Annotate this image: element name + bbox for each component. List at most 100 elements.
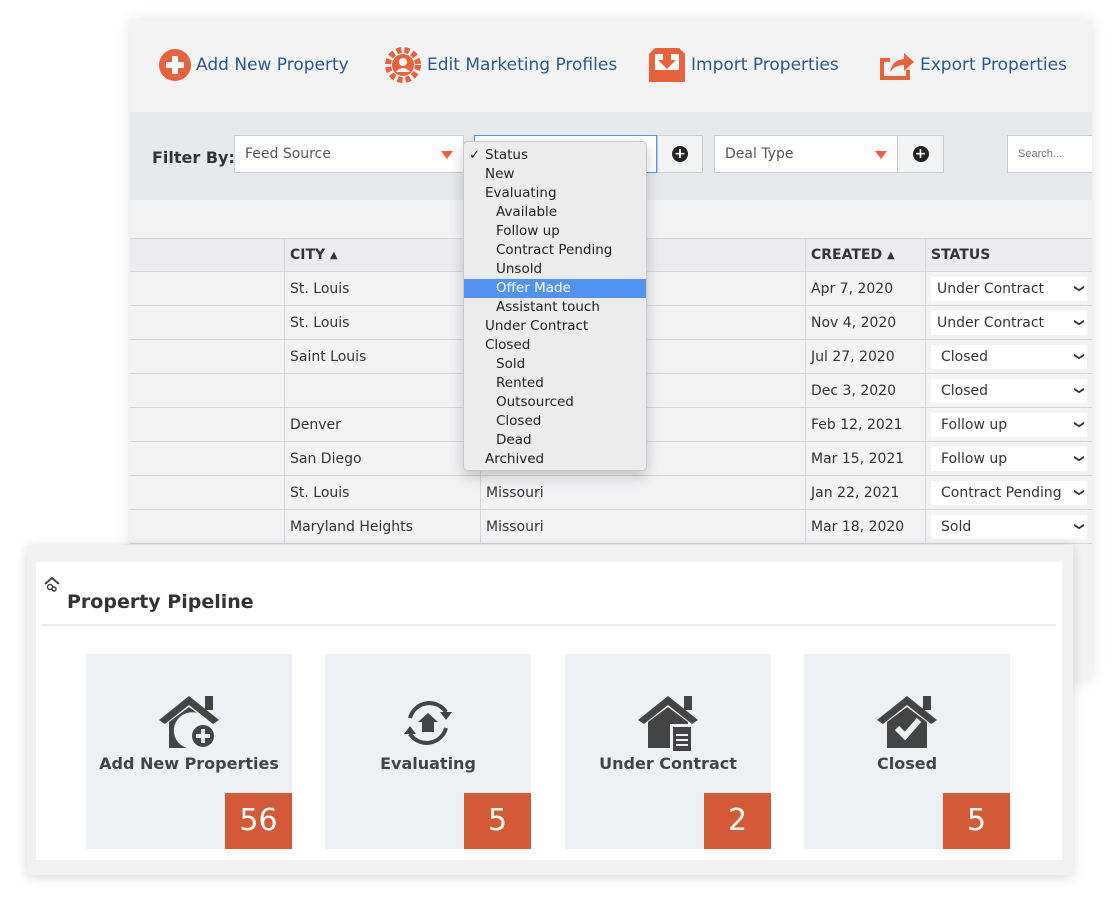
pipeline-tile[interactable]: Closed 5 [804, 654, 1010, 849]
created-cell: Mar 15, 2021 [806, 442, 926, 475]
row-cell [130, 272, 285, 305]
row-cell [130, 340, 285, 373]
city-cell [285, 374, 481, 407]
plus-circle-icon [159, 49, 191, 81]
dropdown-option[interactable]: Dead [464, 431, 646, 450]
state-cell: Missouri [481, 510, 806, 543]
dropdown-option[interactable]: Contract Pending [464, 241, 646, 260]
table-row[interactable]: St. Louis Missouri Jan 22, 2021 Contract… [130, 476, 1092, 510]
chevron-down-icon: ❯ [1073, 522, 1085, 531]
created-column-header[interactable]: CREATED ▲︎ [806, 239, 926, 271]
row-cell [130, 442, 285, 475]
dropdown-option[interactable]: Evaluating [464, 184, 646, 203]
created-cell: Feb 12, 2021 [806, 408, 926, 441]
row-status-select[interactable]: Sold ❯ [931, 514, 1087, 539]
house-check-icon [877, 696, 937, 748]
row-status-select[interactable]: Follow up ❯ [931, 412, 1087, 437]
import-properties-button[interactable]: Import Properties [647, 46, 839, 84]
pipeline-tile[interactable]: Under Contract 2 [565, 654, 771, 849]
dropdown-option[interactable]: Offer Made [464, 279, 646, 298]
city-cell: St. Louis [285, 272, 481, 305]
chevron-down-icon: ❯ [1073, 488, 1085, 497]
pipeline-tile[interactable]: Evaluating 5 [325, 654, 531, 849]
property-pipeline-panel: Property Pipeline Add New Properties 56 … [27, 545, 1073, 875]
status-cell: Closed ❯ [926, 374, 1092, 407]
checkmark-icon: ✓ [469, 147, 481, 163]
tile-label: Closed [876, 754, 938, 773]
table-row[interactable]: Maryland Heights Missouri Mar 18, 2020 S… [130, 510, 1092, 544]
city-column-header[interactable]: CITY ▲︎ [285, 239, 481, 271]
row-cell [130, 374, 285, 407]
dropdown-arrow-icon [441, 151, 453, 159]
house-cycle-icon [404, 701, 452, 745]
plus-icon: + [672, 146, 688, 162]
row-cell [130, 476, 285, 509]
row-status-select[interactable]: Closed ❯ [931, 344, 1087, 369]
row-status-select[interactable]: Contract Pending ❯ [931, 480, 1087, 505]
dropdown-option[interactable]: Sold [464, 355, 646, 374]
city-cell: St. Louis [285, 476, 481, 509]
edit-marketing-profiles-button[interactable]: Edit Marketing Profiles [383, 46, 617, 84]
add-deal-type-filter-button[interactable]: + [897, 135, 944, 173]
search-input[interactable] [1007, 135, 1092, 173]
house-document-icon [638, 696, 698, 753]
dropdown-arrow-icon [875, 151, 887, 159]
city-cell: Denver [285, 408, 481, 441]
state-cell: Missouri [481, 476, 806, 509]
created-cell: Jul 27, 2020 [806, 340, 926, 373]
tile-count: 56 [225, 793, 292, 849]
dropdown-option[interactable]: Closed [464, 336, 646, 355]
status-dropdown-menu[interactable]: ✓ Status New Evaluating Available Follow up Co… [463, 141, 647, 471]
add-status-filter-button[interactable]: + [657, 135, 703, 173]
dropdown-option[interactable]: Outsourced [464, 393, 646, 412]
dropdown-option[interactable]: Archived [464, 450, 646, 469]
dropdown-option[interactable]: Rented [464, 374, 646, 393]
row-cell [130, 306, 285, 339]
deal-type-select[interactable]: Deal Type [714, 135, 898, 173]
status-cell: Under Contract ❯ [926, 306, 1092, 339]
column-header [130, 239, 285, 271]
dropdown-option[interactable]: Available [464, 203, 646, 222]
chevron-down-icon: ❯ [1073, 386, 1085, 395]
house-plus-icon [159, 696, 219, 749]
city-cell: Maryland Heights [285, 510, 481, 543]
chevron-down-icon: ❯ [1073, 352, 1085, 361]
row-status-select[interactable]: Closed ❯ [931, 378, 1087, 403]
add-new-property-button[interactable]: Add New Property [158, 46, 349, 84]
plus-icon: + [912, 146, 929, 162]
row-status-select[interactable]: Follow up ❯ [931, 446, 1087, 471]
row-cell [130, 408, 285, 441]
dropdown-option[interactable]: Assistant touch [464, 298, 646, 317]
status-cell: Follow up ❯ [926, 408, 1092, 441]
created-cell: Dec 3, 2020 [806, 374, 926, 407]
tile-label: Under Contract [599, 754, 737, 773]
tile-count: 5 [943, 793, 1010, 849]
filter-label: Filter By: [152, 148, 235, 167]
row-status-select[interactable]: Under Contract ❯ [931, 276, 1087, 301]
chevron-down-icon: ❯ [1073, 420, 1085, 429]
tile-count: 2 [704, 793, 771, 849]
row-status-select[interactable]: Under Contract ❯ [931, 310, 1087, 335]
city-cell: San Diego [285, 442, 481, 475]
dropdown-option[interactable]: Closed [464, 412, 646, 431]
city-cell: Saint Louis [285, 340, 481, 373]
pipeline-tile[interactable]: Add New Properties 56 [86, 654, 292, 849]
chevron-down-icon: ❯ [1073, 454, 1085, 463]
export-properties-button[interactable]: Export Properties [878, 46, 1067, 84]
created-cell: Apr 7, 2020 [806, 272, 926, 305]
dropdown-option[interactable]: ✓ Status [464, 146, 646, 165]
dropdown-option[interactable]: Unsold [464, 260, 646, 279]
status-cell: Closed ❯ [926, 340, 1092, 373]
tile-label: Evaluating [380, 754, 476, 773]
feed-source-select[interactable]: Feed Source [234, 135, 464, 173]
dropdown-option[interactable]: Follow up [464, 222, 646, 241]
inbox-download-icon [649, 48, 685, 82]
dropdown-option[interactable]: Under Contract [464, 317, 646, 336]
pipeline-title: Property Pipeline [67, 591, 254, 613]
tile-count: 5 [464, 793, 531, 849]
created-cell: Mar 18, 2020 [806, 510, 926, 543]
city-cell: St. Louis [285, 306, 481, 339]
row-cell [130, 510, 285, 543]
created-cell: Jan 22, 2021 [806, 476, 926, 509]
dropdown-option[interactable]: New [464, 165, 646, 184]
